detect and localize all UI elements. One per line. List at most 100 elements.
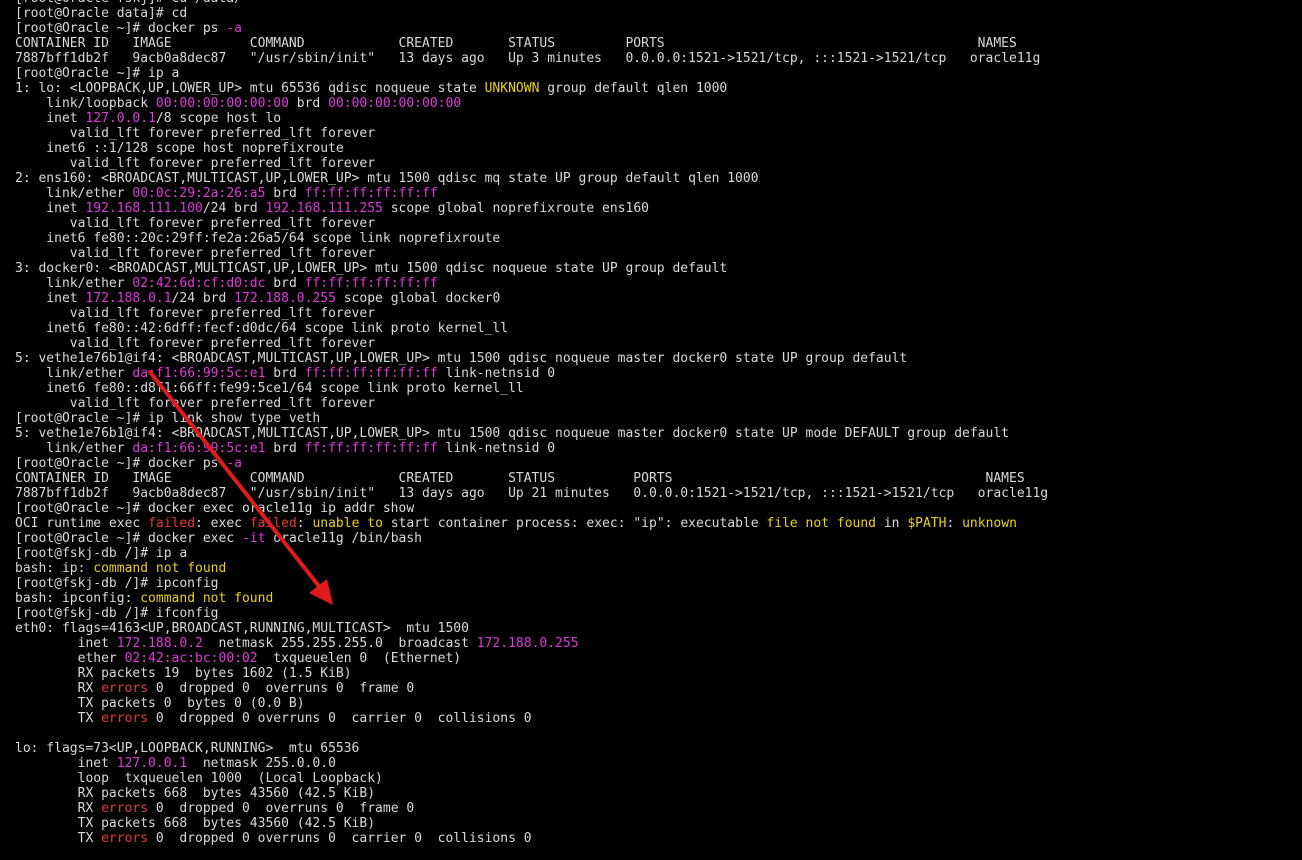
text-segment: 00:00:00:00:00:00: [155, 96, 289, 111]
text-segment: UNKNOWN: [484, 81, 540, 96]
text-segment: valid_lft forever preferred_lft forever: [15, 246, 376, 261]
line-lo2-rx-packets: RX packets 668 bytes 43560 (42.5 KiB): [15, 786, 1048, 801]
line-lo2-tx-packets: TX packets 668 bytes 43560 (42.5 KiB): [15, 816, 1048, 831]
line-ip-link-show: [root@Oracle ~]# ip link show type veth: [15, 411, 1048, 426]
text-segment: errors: [101, 801, 149, 816]
text-segment: [root@Oracle ~]# docker ps: [15, 21, 227, 36]
line-ens160-link: link/ether 00:0c:29:2a:26:a5 brd ff:ff:f…: [15, 186, 1048, 201]
line-container-ip-a: [root@fskj-db /]# ip a: [15, 546, 1048, 561]
text-segment: 172.188.0.1: [85, 291, 172, 306]
text-segment: link/loopback: [15, 96, 156, 111]
line-eth0-inet: inet 172.188.0.2 netmask 255.255.255.0 b…: [15, 636, 1048, 651]
text-segment: 0 dropped 0 overruns 0 carrier 0 collisi…: [148, 711, 532, 726]
line-lo-1: 1: lo: <LOOPBACK,UP,LOWER_UP> mtu 65536 …: [15, 81, 1048, 96]
text-segment: da:f1:66:99:5c:e1: [132, 441, 266, 456]
line-ens160: 2: ens160: <BROADCAST,MULTICAST,UP,LOWER…: [15, 171, 1048, 186]
text-segment: 1: lo: <LOOPBACK,UP,LOWER_UP> mtu 65536 …: [15, 81, 485, 96]
text-segment: inet: [15, 291, 86, 306]
text-segment: command not found: [140, 591, 274, 606]
text-segment: [root@Oracle ~]# docker exec oracle11g i…: [15, 501, 415, 516]
text-segment: start container process: exec: "ip": exe…: [382, 516, 767, 531]
text-segment: errors: [101, 831, 149, 846]
terminal-window[interactable]: [root@Oracle fskj]# cd /data/[root@Oracl…: [0, 0, 1302, 860]
line-docker0-inet6: inet6 fe80::42:6dff:fecf:d0dc/64 scope l…: [15, 321, 1048, 336]
text-segment: eth0: flags=4163<UP,BROADCAST,RUNNING,MU…: [15, 621, 469, 636]
text-segment: OCI runtime exec: [15, 516, 149, 531]
text-segment: brd: [265, 441, 305, 456]
text-segment: 3: docker0: <BROADCAST,MULTICAST,UP,LOWE…: [15, 261, 728, 276]
text-segment: /8 scope host lo: [155, 111, 282, 126]
terminal-output: [root@Oracle fskj]# cd /data/[root@Oracl…: [15, 0, 1048, 846]
text-segment: TX packets 668 bytes 43560 (42.5 KiB): [15, 816, 376, 831]
text-segment: 00:00:00:00:00:00: [328, 96, 462, 111]
text-segment: :: [296, 516, 313, 531]
line-lo-valid-1: valid_lft forever preferred_lft forever: [15, 126, 1048, 141]
text-segment: 192.168.111.255: [265, 201, 383, 216]
text-segment: RX packets 668 bytes 43560 (42.5 KiB): [15, 786, 376, 801]
line-lo2-rx-errors: RX errors 0 dropped 0 overruns 0 frame 0: [15, 801, 1048, 816]
text-segment: [root@Oracle ~]# ip a: [15, 66, 180, 81]
line-docker-exec-ip: [root@Oracle ~]# docker exec oracle11g i…: [15, 501, 1048, 516]
text-segment: 0 dropped 0 overruns 0 carrier 0 collisi…: [148, 831, 532, 846]
text-segment: brd: [265, 366, 305, 381]
text-segment: inet6 fe80::42:6dff:fecf:d0dc/64 scope l…: [15, 321, 509, 336]
text-segment: :: [946, 516, 963, 531]
line-ps-row-2: 7887bff1db2f 9acb0a8dec87 "/usr/sbin/ini…: [15, 486, 1048, 501]
line-ens160-inet: inet 192.168.111.100/24 brd 192.168.111.…: [15, 201, 1048, 216]
text-segment: TX: [15, 711, 102, 726]
text-segment: errors: [101, 711, 149, 726]
line-ps-row-1: 7887bff1db2f 9acb0a8dec87 "/usr/sbin/ini…: [15, 51, 1048, 66]
line-lo-valid-2: valid_lft forever preferred_lft forever: [15, 156, 1048, 171]
text-segment: $PATH: [907, 516, 947, 531]
line-lo2-loop: loop txqueuelen 1000 (Local Loopback): [15, 771, 1048, 786]
line-eth0-ether: ether 02:42:ac:bc:00:02 txqueuelen 0 (Et…: [15, 651, 1048, 666]
text-segment: 02:42:ac:bc:00:02: [124, 651, 258, 666]
text-segment: ff:ff:ff:ff:ff:ff: [304, 276, 438, 291]
text-segment: TX: [15, 831, 102, 846]
line-container-ifconfig: [root@fskj-db /]# ifconfig: [15, 606, 1048, 621]
text-segment: group default qlen 1000: [539, 81, 728, 96]
line-veth: 5: vethe1e76b1@if4: <BROADCAST,MULTICAST…: [15, 351, 1048, 366]
text-segment: 5: vethe1e76b1@if4: <BROADCAST,MULTICAST…: [15, 426, 1009, 441]
text-segment: valid_lft forever preferred_lft forever: [15, 216, 376, 231]
line-eth0-rx-errors: RX errors 0 dropped 0 overruns 0 frame 0: [15, 681, 1048, 696]
text-segment: link/ether: [15, 186, 133, 201]
line-ipconfig-not-found: bash: ipconfig: command not found: [15, 591, 1048, 606]
text-segment: valid_lft forever preferred_lft forever: [15, 336, 376, 351]
text-segment: valid_lft forever preferred_lft forever: [15, 156, 376, 171]
text-segment: [root@fskj-db /]# ifconfig: [15, 606, 219, 621]
text-segment: inet: [15, 636, 117, 651]
line-lo-link: link/loopback 00:00:00:00:00:00 brd 00:0…: [15, 96, 1048, 111]
text-segment: unknown: [962, 516, 1017, 531]
text-segment: valid_lft forever preferred_lft forever: [15, 126, 376, 141]
text-segment: 192.168.111.100: [85, 201, 203, 216]
line-ip-a: [root@Oracle ~]# ip a: [15, 66, 1048, 81]
text-segment: link/ether: [15, 441, 133, 456]
text-segment: -a: [226, 456, 242, 471]
text-segment: [root@Oracle ~]# docker ps: [15, 456, 227, 471]
line-ens160-valid-2: valid_lft forever preferred_lft forever: [15, 246, 1048, 261]
line-ip-not-found: bash: ip: command not found: [15, 561, 1048, 576]
line-veth-link: link/ether da:f1:66:99:5c:e1 brd ff:ff:f…: [15, 366, 1048, 381]
text-segment: link-netnsid 0: [437, 441, 556, 456]
text-segment: brd: [288, 96, 329, 111]
line-docker0-inet: inet 172.188.0.1/24 brd 172.188.0.255 sc…: [15, 291, 1048, 306]
text-segment: 02:42:6d:cf:d0:dc: [132, 276, 266, 291]
line-docker-exec-bash: [root@Oracle ~]# docker exec -it oracle1…: [15, 531, 1048, 546]
line-lo2-tx-errors: TX errors 0 dropped 0 overruns 0 carrier…: [15, 831, 1048, 846]
text-segment: 0 dropped 0 overruns 0 frame 0: [148, 681, 415, 696]
text-segment: ff:ff:ff:ff:ff:ff: [304, 186, 438, 201]
line-lo-inet6: inet6 ::1/128 scope host noprefixroute: [15, 141, 1048, 156]
line-cd: [root@Oracle data]# cd: [15, 6, 1048, 21]
text-segment: -it: [241, 531, 266, 546]
text-segment: RX: [15, 801, 102, 816]
text-segment: [root@fskj-db /]# ip a: [15, 546, 188, 561]
text-segment: inet6 ::1/128 scope host noprefixroute: [15, 141, 344, 156]
line-veth-2: 5: vethe1e76b1@if4: <BROADCAST,MULTICAST…: [15, 426, 1048, 441]
text-segment: valid_lft forever preferred_lft forever: [15, 306, 376, 321]
line-ens160-valid-1: valid_lft forever preferred_lft forever: [15, 216, 1048, 231]
text-segment: bash: ip:: [15, 561, 94, 576]
text-segment: txqueuelen 0 (Ethernet): [257, 651, 462, 666]
text-segment: netmask 255.0.0.0: [187, 756, 336, 771]
text-segment: brd: [265, 276, 305, 291]
